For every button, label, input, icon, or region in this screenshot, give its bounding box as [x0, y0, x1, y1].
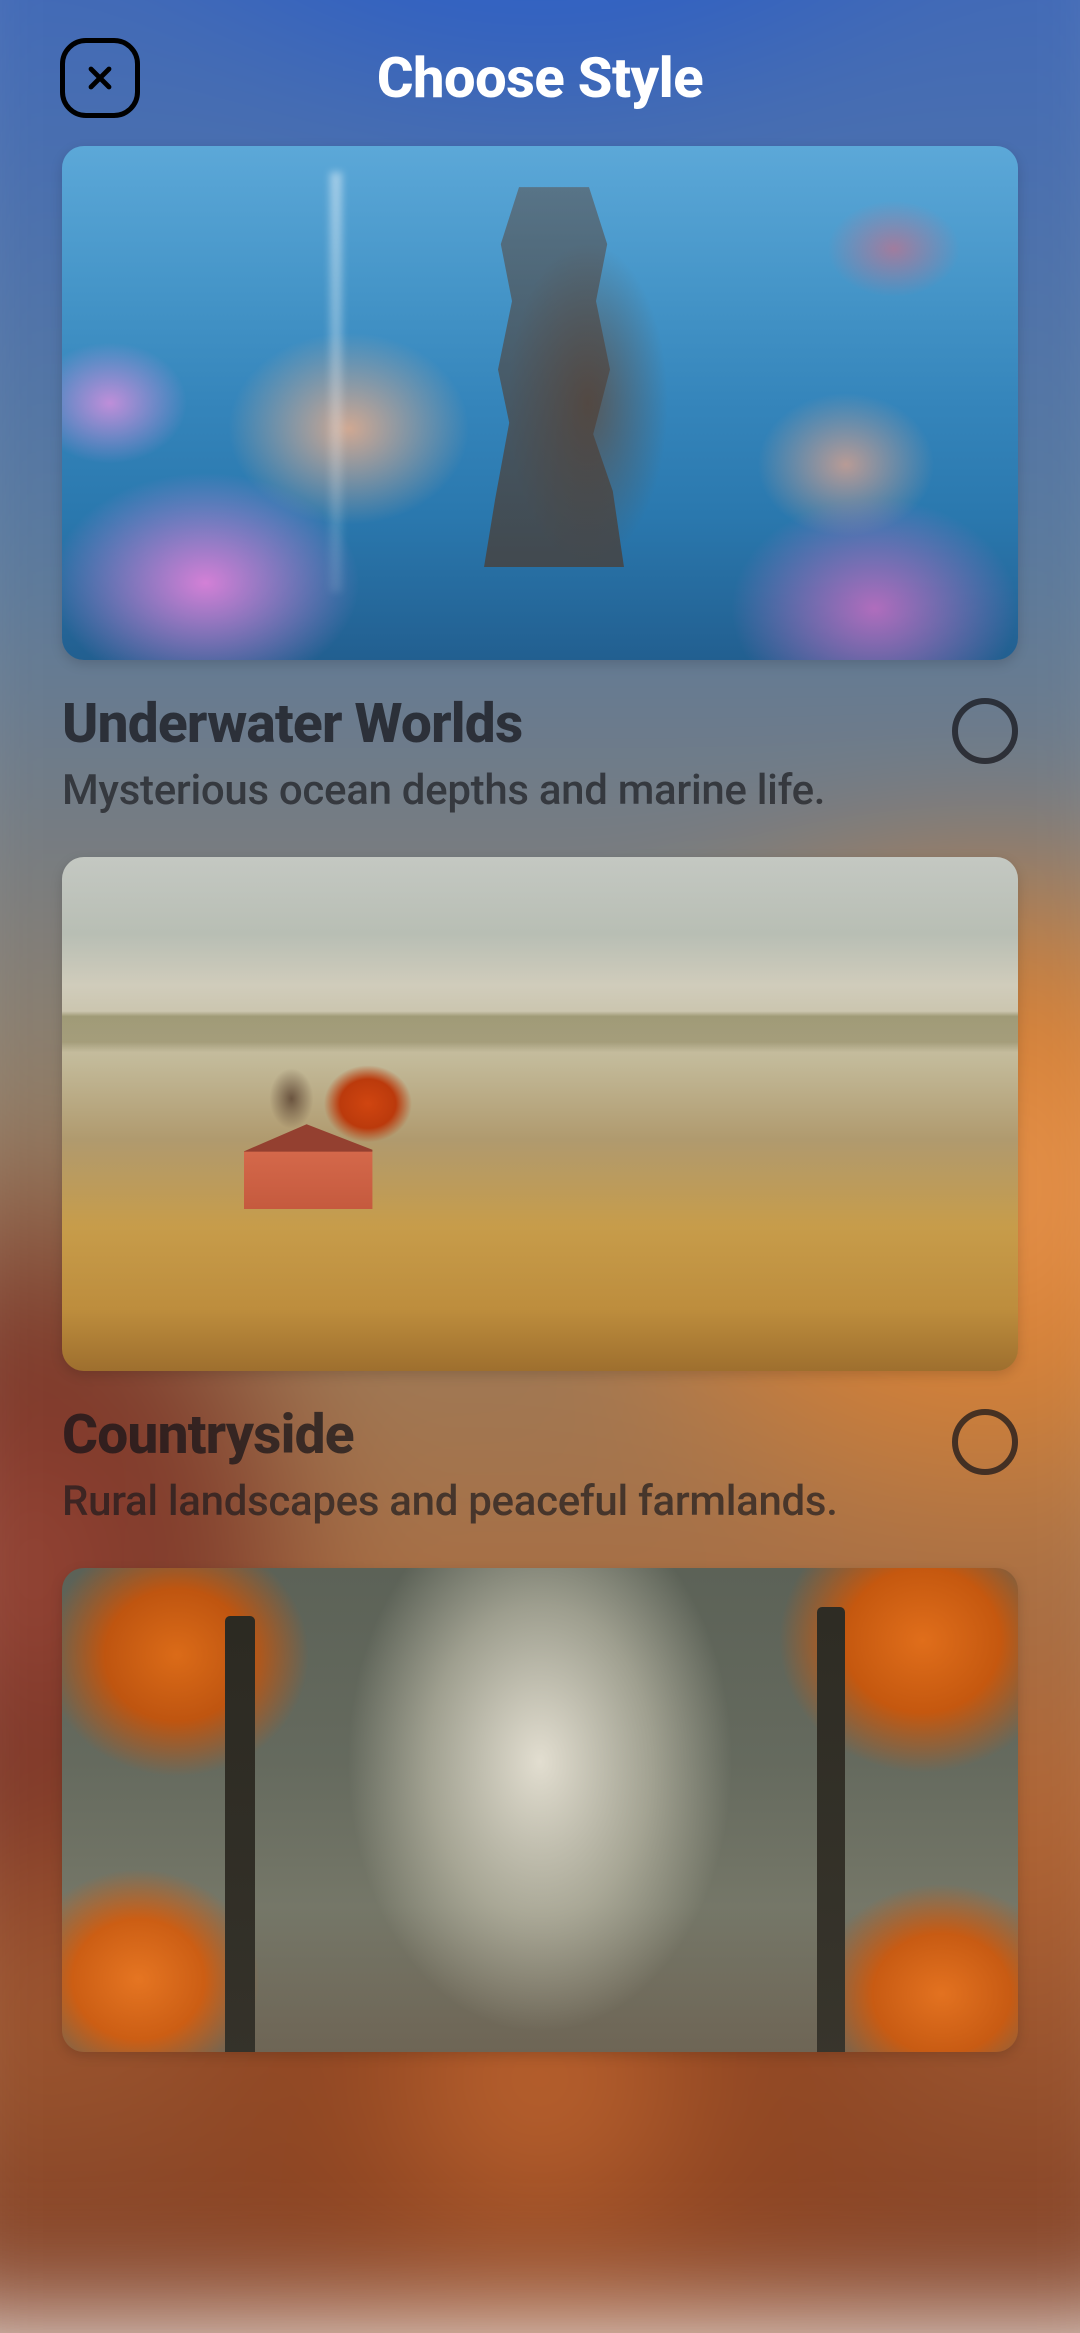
header: Choose Style — [0, 0, 1080, 146]
style-image-countryside — [62, 857, 1018, 1371]
style-text: Countryside Rural landscapes and peacefu… — [62, 1403, 930, 1526]
style-info: Countryside Rural landscapes and peacefu… — [62, 1371, 1018, 1526]
radio-countryside[interactable] — [952, 1409, 1018, 1475]
radio-underwater[interactable] — [952, 698, 1018, 764]
style-description: Rural landscapes and peaceful farmlands. — [62, 1477, 930, 1526]
screen-container: Choose Style Underwater Worlds Mysteriou… — [0, 0, 1080, 2121]
close-button[interactable] — [60, 38, 140, 118]
style-list[interactable]: Underwater Worlds Mysterious ocean depth… — [0, 146, 1080, 2052]
style-description: Mysterious ocean depths and marine life. — [62, 766, 930, 815]
page-title: Choose Style — [377, 45, 703, 111]
style-image-underwater — [62, 146, 1018, 660]
style-title: Countryside — [62, 1403, 930, 1467]
style-card-autumn[interactable] — [62, 1568, 1018, 2052]
style-card-underwater[interactable]: Underwater Worlds Mysterious ocean depth… — [62, 146, 1018, 815]
close-icon — [82, 60, 118, 96]
style-card-countryside[interactable]: Countryside Rural landscapes and peacefu… — [62, 857, 1018, 1526]
style-title: Underwater Worlds — [62, 692, 930, 756]
style-image-autumn — [62, 1568, 1018, 2052]
style-text: Underwater Worlds Mysterious ocean depth… — [62, 692, 930, 815]
style-info: Underwater Worlds Mysterious ocean depth… — [62, 660, 1018, 815]
